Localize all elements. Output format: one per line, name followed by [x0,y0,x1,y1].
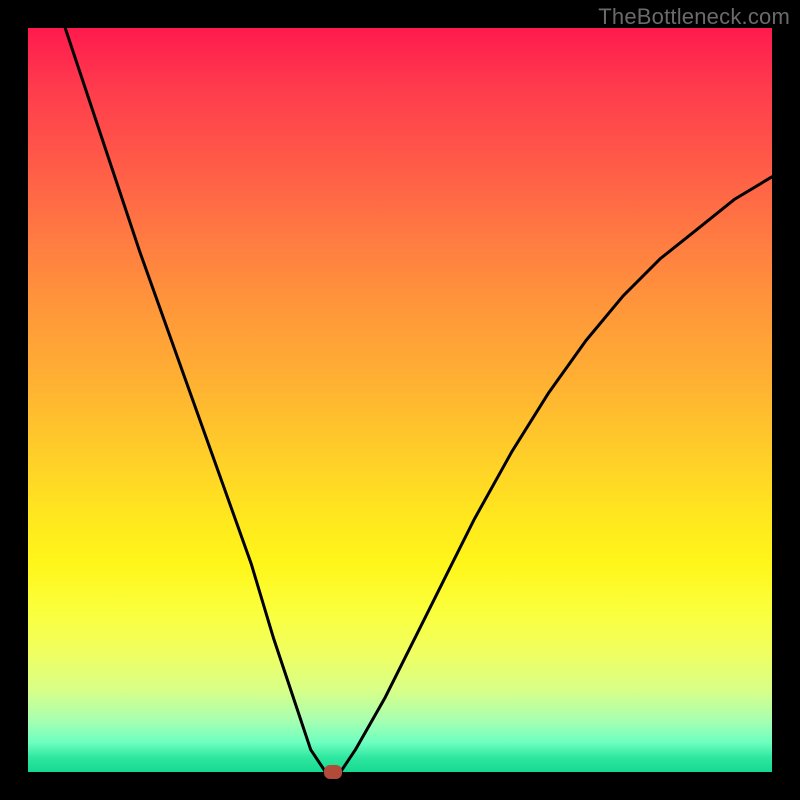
watermark-text: TheBottleneck.com [598,4,790,30]
bottleneck-curve [28,28,772,772]
optimal-point-marker [324,765,342,779]
